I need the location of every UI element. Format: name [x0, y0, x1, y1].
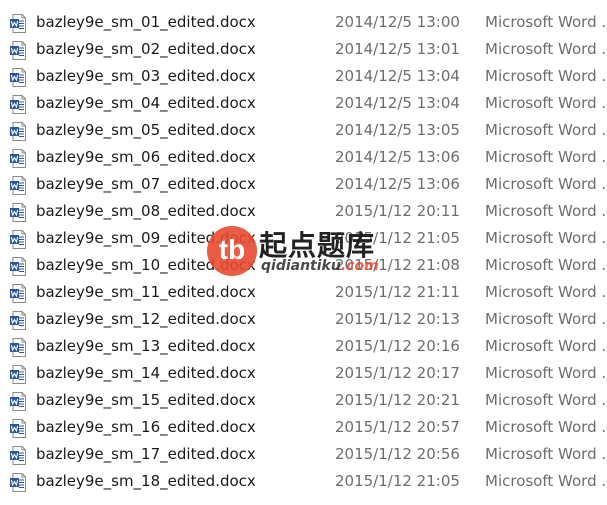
file-date-modified: 2015/1/12 20:13	[335, 310, 460, 328]
word-document-icon	[10, 365, 26, 384]
word-document-icon	[10, 257, 26, 276]
file-name: bazley9e_sm_07_edited.docx	[36, 175, 256, 193]
file-type: Microsoft Word ...	[485, 391, 607, 409]
file-date-modified: 2015/1/12 21:11	[335, 283, 460, 301]
file-type: Microsoft Word ...	[485, 67, 607, 85]
file-type: Microsoft Word ...	[485, 175, 607, 193]
word-document-icon	[10, 95, 26, 114]
file-row[interactable]: bazley9e_sm_16_edited.docx 2015/1/12 20:5…	[0, 415, 607, 442]
word-document-icon	[10, 176, 26, 195]
file-type: Microsoft Word ...	[485, 337, 607, 355]
file-date-modified: 2015/1/12 20:11	[335, 202, 460, 220]
file-row[interactable]: bazley9e_sm_02_edited.docx 2014/12/5 13:0…	[0, 37, 607, 64]
file-row[interactable]: bazley9e_sm_07_edited.docx 2014/12/5 13:0…	[0, 172, 607, 199]
file-row[interactable]: bazley9e_sm_05_edited.docx 2014/12/5 13:0…	[0, 118, 607, 145]
file-date-modified: 2014/12/5 13:06	[335, 148, 460, 166]
file-list: bazley9e_sm_01_edited.docx 2014/12/5 13:0…	[0, 10, 607, 496]
file-type: Microsoft Word ...	[485, 445, 607, 463]
file-type: Microsoft Word ...	[485, 418, 607, 436]
file-type: Microsoft Word ...	[485, 364, 607, 382]
word-document-icon	[10, 473, 26, 492]
file-name: bazley9e_sm_08_edited.docx	[36, 202, 256, 220]
word-document-icon	[10, 149, 26, 168]
file-name: bazley9e_sm_01_edited.docx	[36, 13, 256, 31]
file-name: bazley9e_sm_12_edited.docx	[36, 310, 256, 328]
word-document-icon	[10, 230, 26, 249]
word-document-icon	[10, 338, 26, 357]
file-type: Microsoft Word ...	[485, 472, 607, 490]
file-name: bazley9e_sm_06_edited.docx	[36, 148, 256, 166]
file-row[interactable]: bazley9e_sm_18_edited.docx 2015/1/12 21:0…	[0, 469, 607, 496]
file-row[interactable]: bazley9e_sm_09_edited.docx 2015/1/12 21:0…	[0, 226, 607, 253]
word-document-icon	[10, 203, 26, 222]
file-row[interactable]: bazley9e_sm_04_edited.docx 2014/12/5 13:0…	[0, 91, 607, 118]
file-date-modified: 2015/1/12 20:56	[335, 445, 460, 463]
file-date-modified: 2014/12/5 13:01	[335, 40, 460, 58]
file-name: bazley9e_sm_11_edited.docx	[36, 283, 256, 301]
file-date-modified: 2015/1/12 21:05	[335, 229, 460, 247]
file-type: Microsoft Word ...	[485, 202, 607, 220]
word-document-icon	[10, 284, 26, 303]
file-date-modified: 2014/12/5 13:05	[335, 121, 460, 139]
file-name: bazley9e_sm_09_edited.docx	[36, 229, 256, 247]
file-row[interactable]: bazley9e_sm_11_edited.docx 2015/1/12 21:1…	[0, 280, 607, 307]
file-date-modified: 2015/1/12 21:08	[335, 256, 460, 274]
file-row[interactable]: bazley9e_sm_17_edited.docx 2015/1/12 20:5…	[0, 442, 607, 469]
file-date-modified: 2015/1/12 20:57	[335, 418, 460, 436]
file-row[interactable]: bazley9e_sm_13_edited.docx 2015/1/12 20:1…	[0, 334, 607, 361]
file-row[interactable]: bazley9e_sm_10_edited.docx 2015/1/12 21:0…	[0, 253, 607, 280]
file-date-modified: 2015/1/12 20:21	[335, 391, 460, 409]
file-row[interactable]: bazley9e_sm_12_edited.docx 2015/1/12 20:1…	[0, 307, 607, 334]
file-row[interactable]: bazley9e_sm_14_edited.docx 2015/1/12 20:1…	[0, 361, 607, 388]
word-document-icon	[10, 392, 26, 411]
word-document-icon	[10, 41, 26, 60]
file-row[interactable]: bazley9e_sm_08_edited.docx 2015/1/12 20:1…	[0, 199, 607, 226]
word-document-icon	[10, 14, 26, 33]
file-type: Microsoft Word ...	[485, 13, 607, 31]
file-name: bazley9e_sm_04_edited.docx	[36, 94, 256, 112]
file-date-modified: 2015/1/12 20:16	[335, 337, 460, 355]
file-type: Microsoft Word ...	[485, 256, 607, 274]
file-name: bazley9e_sm_16_edited.docx	[36, 418, 256, 436]
file-row[interactable]: bazley9e_sm_06_edited.docx 2014/12/5 13:0…	[0, 145, 607, 172]
file-row[interactable]: bazley9e_sm_01_edited.docx 2014/12/5 13:0…	[0, 10, 607, 37]
file-name: bazley9e_sm_03_edited.docx	[36, 67, 256, 85]
file-name: bazley9e_sm_18_edited.docx	[36, 472, 256, 490]
file-type: Microsoft Word ...	[485, 310, 607, 328]
file-date-modified: 2015/1/12 21:05	[335, 472, 460, 490]
file-type: Microsoft Word ...	[485, 283, 607, 301]
file-type: Microsoft Word ...	[485, 229, 607, 247]
file-date-modified: 2014/12/5 13:04	[335, 94, 460, 112]
file-name: bazley9e_sm_15_edited.docx	[36, 391, 256, 409]
file-date-modified: 2015/1/12 20:17	[335, 364, 460, 382]
file-name: bazley9e_sm_05_edited.docx	[36, 121, 256, 139]
file-name: bazley9e_sm_10_edited.docx	[36, 256, 256, 274]
file-row[interactable]: bazley9e_sm_03_edited.docx 2014/12/5 13:0…	[0, 64, 607, 91]
file-type: Microsoft Word ...	[485, 148, 607, 166]
file-date-modified: 2014/12/5 13:00	[335, 13, 460, 31]
word-document-icon	[10, 311, 26, 330]
file-name: bazley9e_sm_02_edited.docx	[36, 40, 256, 58]
file-type: Microsoft Word ...	[485, 40, 607, 58]
file-date-modified: 2014/12/5 13:06	[335, 175, 460, 193]
word-document-icon	[10, 419, 26, 438]
word-document-icon	[10, 446, 26, 465]
file-name: bazley9e_sm_14_edited.docx	[36, 364, 256, 382]
word-document-icon	[10, 68, 26, 87]
file-type: Microsoft Word ...	[485, 121, 607, 139]
file-name: bazley9e_sm_17_edited.docx	[36, 445, 256, 463]
file-type: Microsoft Word ...	[485, 94, 607, 112]
file-row[interactable]: bazley9e_sm_15_edited.docx 2015/1/12 20:2…	[0, 388, 607, 415]
file-name: bazley9e_sm_13_edited.docx	[36, 337, 256, 355]
word-document-icon	[10, 122, 26, 141]
file-date-modified: 2014/12/5 13:04	[335, 67, 460, 85]
